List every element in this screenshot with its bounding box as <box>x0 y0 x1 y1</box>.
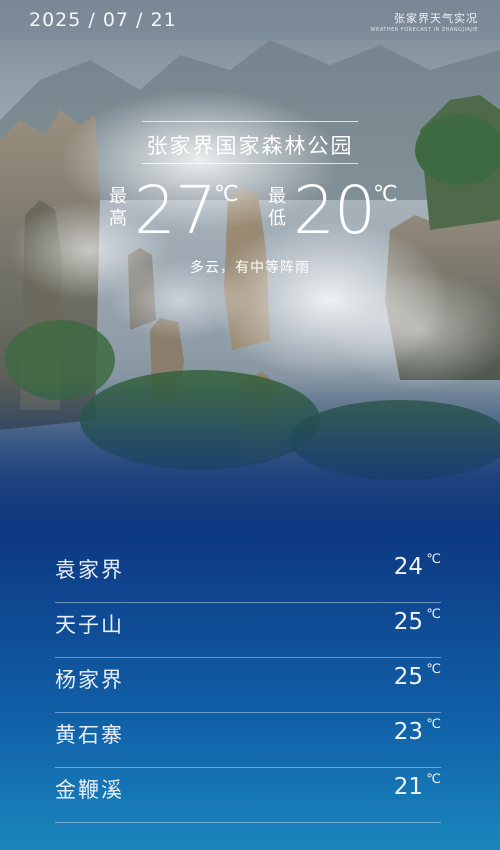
spot-name: 杨家界 <box>55 668 124 692</box>
spot-temp: 25 <box>393 664 423 690</box>
list-item: 黄石寨 23 ℃ <box>55 713 441 768</box>
brand-logo: 张家界天气实况 WEATHER FORECAST IN ZHANGJIAJIE <box>371 10 478 33</box>
low-temp-label: 最低 <box>268 186 286 229</box>
list-item: 袁家界 24 ℃ <box>55 548 441 603</box>
spot-temp-unit: ℃ <box>426 717 441 732</box>
spot-temp: 24 <box>393 554 423 580</box>
high-temp-label: 最高 <box>109 186 127 229</box>
temperature-summary: 最高 27 ℃ 最低 20 ℃ <box>0 178 500 248</box>
brand-title: 张家界天气实况 <box>394 12 478 25</box>
weather-poster: 2025 / 07 / 21 张家界天气实况 WEATHER FORECAST … <box>0 0 500 850</box>
park-title: 张家界国家森林公园 <box>146 134 354 158</box>
spot-temp: 23 <box>393 719 423 745</box>
high-temp-value: 27 <box>134 172 217 249</box>
spot-temperature-list: 袁家界 24 ℃ 天子山 25 ℃ 杨家界 25 ℃ 黄石寨 23 ℃ 金鞭溪 … <box>55 548 441 823</box>
spot-name: 天子山 <box>55 613 124 637</box>
weather-condition: 多云，有中等阵雨 <box>190 260 310 276</box>
spot-temp-unit: ℃ <box>426 552 441 567</box>
list-item: 天子山 25 ℃ <box>55 603 441 658</box>
spot-name: 金鞭溪 <box>55 778 124 802</box>
spot-temp: 21 <box>393 774 423 800</box>
list-item: 杨家界 25 ℃ <box>55 658 441 713</box>
spot-temp-unit: ℃ <box>426 607 441 622</box>
list-item: 金鞭溪 21 ℃ <box>55 768 441 823</box>
spot-temp-unit: ℃ <box>426 772 441 787</box>
low-temp-value: 20 <box>293 172 376 249</box>
title-divider-bottom <box>142 163 358 164</box>
high-temp-unit: ℃ <box>214 182 239 207</box>
spot-temp: 25 <box>393 609 423 635</box>
brand-subtitle: WEATHER FORECAST IN ZHANGJIAJIE <box>370 27 478 33</box>
spot-name: 黄石寨 <box>55 723 124 747</box>
title-divider-top <box>142 121 358 122</box>
spot-name: 袁家界 <box>55 558 124 582</box>
spot-temp-unit: ℃ <box>426 662 441 677</box>
date-label: 2025 / 07 / 21 <box>29 9 177 31</box>
low-temp-unit: ℃ <box>373 182 398 207</box>
top-bar: 2025 / 07 / 21 张家界天气实况 WEATHER FORECAST … <box>0 0 500 40</box>
